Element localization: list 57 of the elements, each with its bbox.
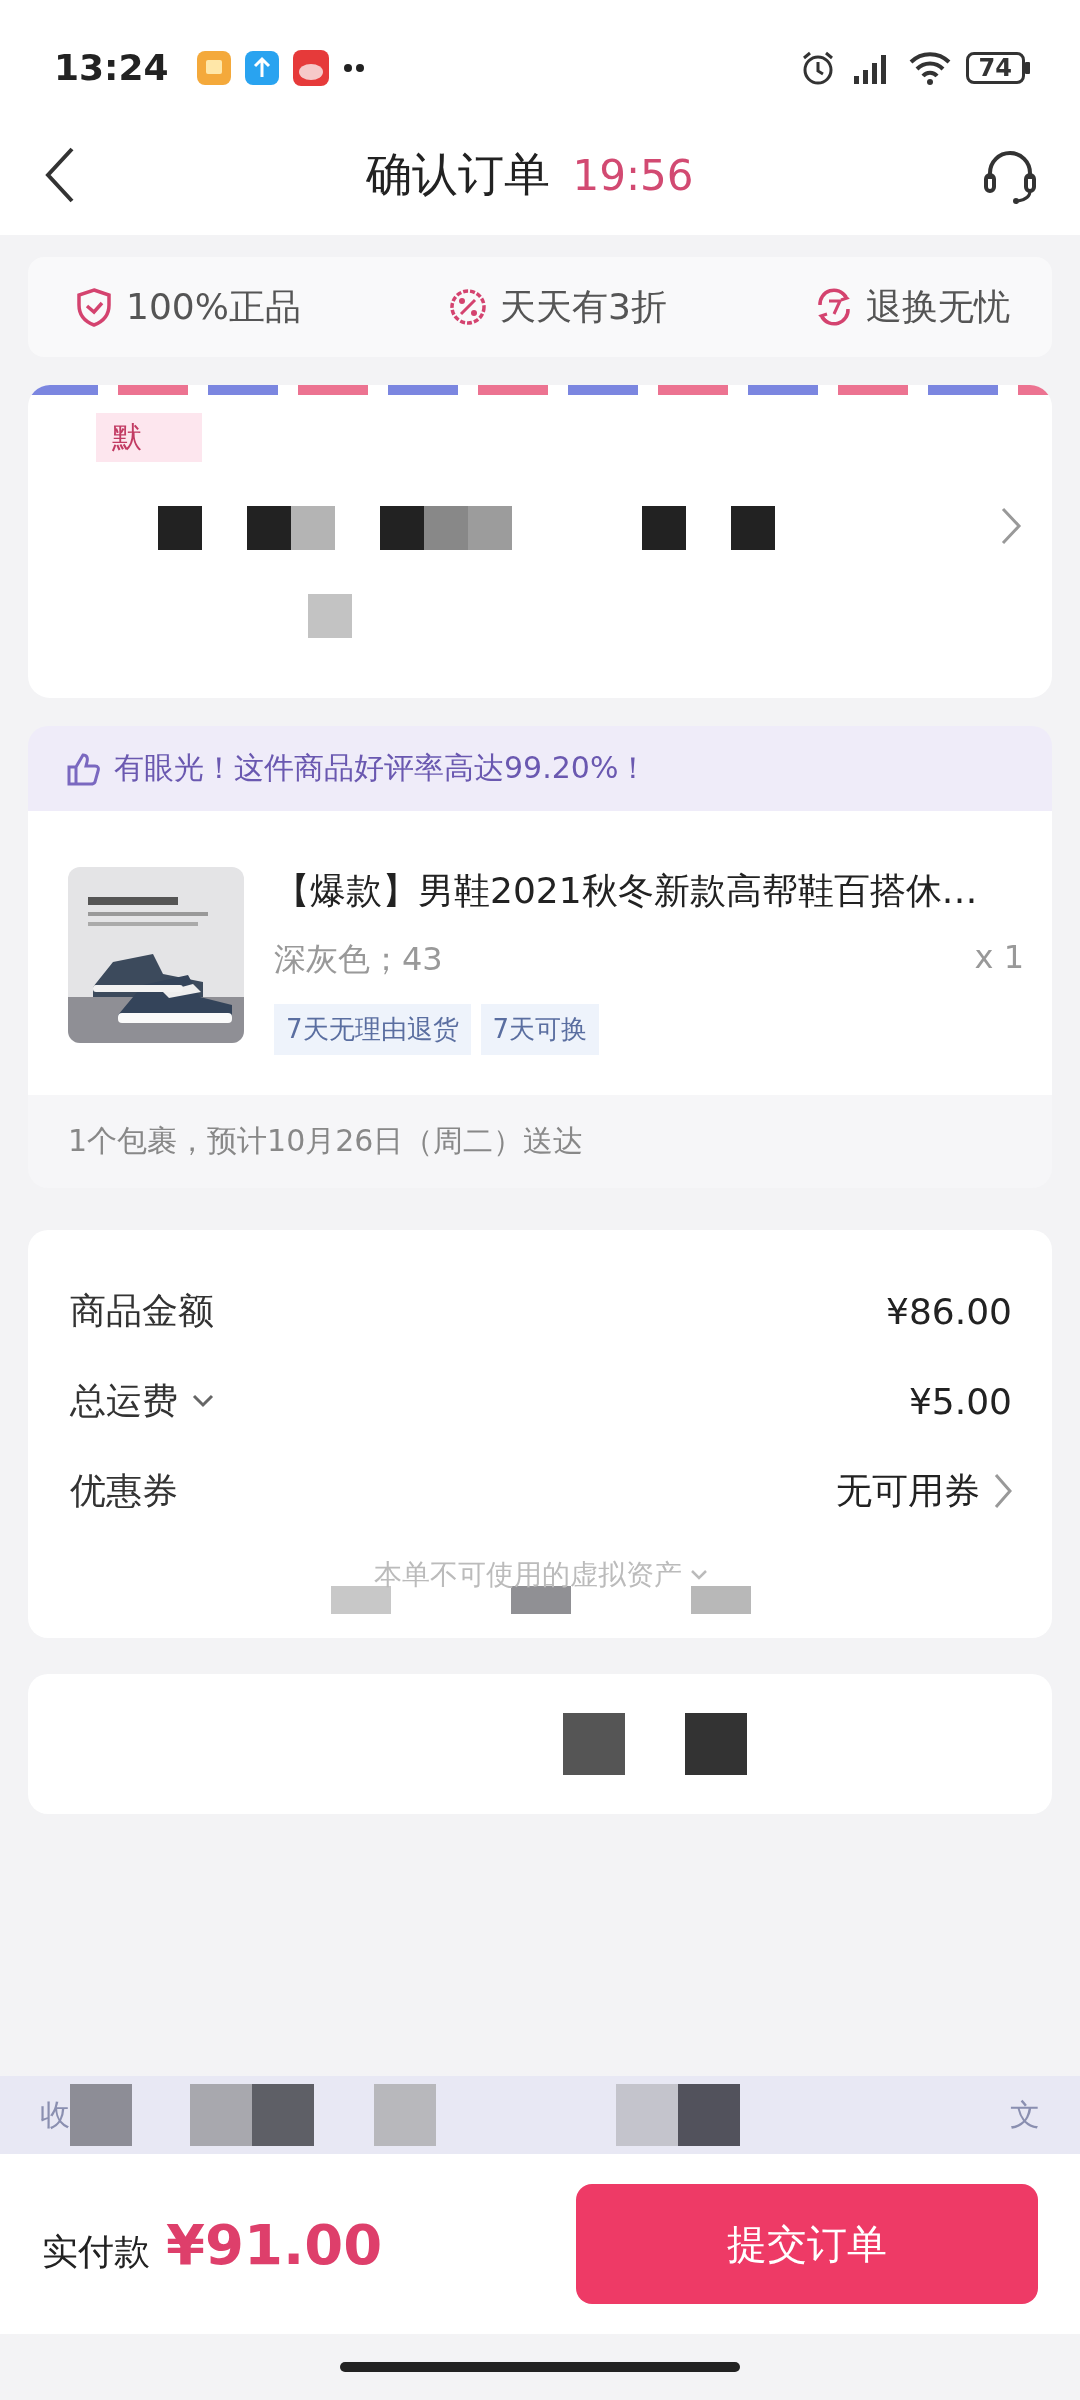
service-tag: 7天可换 [480,1004,600,1055]
redaction-block [685,1713,747,1775]
redaction-block [252,2084,314,2146]
submit-order-button[interactable]: 提交订单 [576,2184,1038,2304]
redaction-block [731,506,775,550]
hint-text: 有眼光！这件商品好评率高达99.20%！ [114,749,649,787]
redaction-block [308,594,352,638]
chevron-right-icon[interactable] [1000,505,1022,546]
redaction-block [642,506,686,550]
guarantee-label: 100%正品 [126,284,301,329]
thumbs-up-icon [66,751,100,786]
countdown-timer: 19:56 [572,151,694,200]
redaction-block [511,1586,571,1614]
default-tag: 默 [96,413,202,462]
status-time: 13:24 [54,47,169,88]
redaction-block [291,506,335,550]
product-title: 【爆款】男鞋2021秋冬新款高帮鞋百搭休… [274,869,979,913]
total-label: 实付款 [42,2229,150,2274]
dots-icon [342,62,367,73]
redaction-block [331,1586,391,1614]
redaction-block [424,506,468,550]
redaction-block [691,1586,751,1614]
redaction-block [616,2084,678,2146]
price-label: 总运费 [70,1378,178,1423]
redaction-block [158,506,202,550]
redaction-block [247,506,291,550]
battery-level: 74 [965,51,1025,84]
quantity: x 1 [974,938,1024,978]
page-title: 确认订单 [366,146,551,203]
redaction-block [380,506,424,550]
shield-check-icon [74,287,114,327]
redaction-block [678,2084,740,2146]
price-label: 优惠券 [70,1468,178,1513]
redaction-block [190,2084,252,2146]
price-value: ¥86.00 [886,1290,1012,1332]
notice-text: 文 [1010,2095,1040,2134]
percent-badge-icon [448,287,488,327]
notice-text: 收 [40,2095,70,2134]
guarantee-label: 退换无忧 [866,284,1010,329]
chevron-down-icon[interactable] [192,1394,214,1408]
price-value: 无可用券 [836,1468,980,1513]
redaction-block [374,2084,436,2146]
price-value: ¥5.00 [908,1380,1012,1422]
app-icon [292,49,329,86]
price-label: 商品金额 [70,1288,214,1333]
wifi-icon [907,49,952,86]
chevron-right-icon[interactable] [994,1473,1012,1509]
guarantee-label: 天天有3折 [500,284,667,329]
redaction-block [468,506,512,550]
product-spec: 深灰色；43 [274,939,443,980]
service-tag: 7天无理由退货 [274,1004,471,1055]
assets-note: 本单不可使用的虚拟资产 [374,1557,682,1593]
app-icon [196,50,231,85]
redaction-block [70,2084,132,2146]
redaction-block [563,1713,625,1775]
upload-icon [244,50,279,85]
total-amount: ¥91.00 [166,2211,383,2277]
